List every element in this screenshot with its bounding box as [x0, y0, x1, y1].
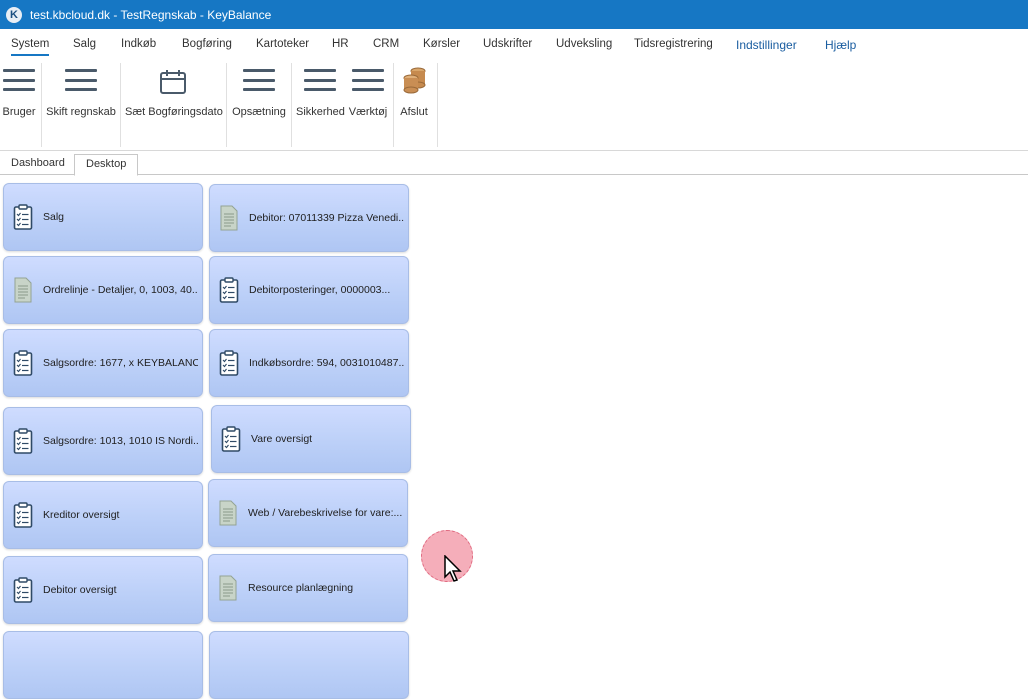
- tile-label: Resource planlægning: [248, 582, 354, 594]
- menu-indstillinger[interactable]: Indstillinger: [736, 38, 797, 52]
- ribbon-toolbar: Bruger Skift regnskab Sæt Bogføringsdato…: [0, 59, 1028, 151]
- saet-bogforingsdato-button[interactable]: Sæt Bogføringsdato: [125, 65, 223, 135]
- ribbon-separator: [393, 63, 394, 147]
- ribbon-separator: [226, 63, 227, 147]
- desktop-tile[interactable]: Vare oversigt: [211, 405, 411, 473]
- desktop-tile[interactable]: Debitorposteringer, 0000003...: [209, 256, 409, 324]
- vaerktoj-label: Værktøj: [348, 106, 388, 118]
- mouse-pointer-icon: [444, 555, 462, 582]
- clipboard-icon: [13, 502, 33, 528]
- opsaetning-button[interactable]: Opsætning: [231, 65, 287, 135]
- desktop-tile[interactable]: [3, 631, 203, 699]
- menu-icon: [352, 69, 384, 91]
- menu-salg[interactable]: Salg: [73, 38, 96, 50]
- document-icon: [218, 500, 238, 526]
- tab-strip: Dashboard Desktop: [0, 151, 1028, 176]
- desktop-tile[interactable]: Indkøbsordre: 594, 0031010487...: [209, 329, 409, 397]
- sikkerhed-label: Sikkerhed: [296, 106, 345, 118]
- opsaetning-label: Opsætning: [232, 106, 286, 118]
- clipboard-icon: [219, 350, 239, 376]
- tile-label: Kreditor oversigt: [43, 509, 120, 521]
- menu-hr[interactable]: HR: [332, 38, 349, 50]
- saet-bogforingsdato-label: Sæt Bogføringsdato: [125, 106, 223, 118]
- menu-udveksling[interactable]: Udveksling: [556, 38, 612, 50]
- ribbon-separator: [437, 63, 438, 147]
- menu-bar: System Salg Indkøb Bogføring Kartoteker …: [0, 29, 1028, 59]
- title-bar: K test.kbcloud.dk - TestRegnskab - KeyBa…: [0, 0, 1028, 29]
- menu-icon: [65, 69, 97, 91]
- menu-kartoteker[interactable]: Kartoteker: [256, 38, 309, 50]
- tile-label: Ordrelinje - Detaljer, 0, 1003, 40...: [43, 284, 198, 296]
- ribbon-separator: [120, 63, 121, 147]
- afslut-button[interactable]: Afslut: [398, 65, 430, 135]
- tile-label: Debitor: 07011339 Pizza Venedi...: [249, 212, 404, 224]
- document-icon: [13, 277, 33, 303]
- desktop-tile[interactable]: Salgsordre: 1013, 1010 IS Nordi...: [3, 407, 203, 475]
- tab-dashboard[interactable]: Dashboard: [0, 154, 76, 176]
- tile-label: Web / Varebeskrivelse for vare:...: [248, 507, 403, 519]
- desktop-tile[interactable]: Debitor oversigt: [3, 556, 203, 624]
- menu-udskrifter[interactable]: Udskrifter: [483, 38, 532, 50]
- tab-desktop[interactable]: Desktop: [74, 154, 139, 176]
- menu-korsler[interactable]: Kørsler: [423, 38, 460, 50]
- menu-icon: [304, 69, 336, 91]
- desktop-tile[interactable]: Kreditor oversigt: [3, 481, 203, 549]
- clipboard-icon: [13, 577, 33, 603]
- bruger-button[interactable]: Bruger: [0, 65, 38, 135]
- clipboard-icon: [221, 426, 241, 452]
- calendar-icon: [160, 70, 186, 94]
- menu-indkob[interactable]: Indkøb: [121, 38, 156, 50]
- app-logo-icon: K: [6, 6, 22, 23]
- document-icon: [218, 575, 238, 601]
- ribbon-separator: [41, 63, 42, 147]
- desktop-tile[interactable]: Salg: [3, 183, 203, 251]
- menu-hjaelp[interactable]: Hjælp: [825, 38, 856, 52]
- afslut-label: Afslut: [400, 106, 428, 118]
- menu-icon: [243, 69, 275, 91]
- desktop-tile[interactable]: Resource planlægning: [208, 554, 408, 622]
- vaerktoj-button[interactable]: Værktøj: [348, 65, 388, 135]
- tile-label: Salgsordre: 1013, 1010 IS Nordi...: [43, 435, 198, 447]
- tile-label: Indkøbsordre: 594, 0031010487...: [249, 357, 404, 369]
- bruger-label: Bruger: [2, 106, 36, 118]
- tile-label: Salgsordre: 1677, x KEYBALANC...: [43, 357, 198, 369]
- tile-label: Vare oversigt: [251, 433, 313, 445]
- desktop-tile[interactable]: Debitor: 07011339 Pizza Venedi...: [209, 184, 409, 252]
- clipboard-icon: [13, 350, 33, 376]
- clipboard-icon: [13, 428, 33, 454]
- tile-label: Debitor oversigt: [43, 584, 117, 596]
- menu-tidsregistrering[interactable]: Tidsregistrering: [634, 38, 713, 50]
- window-title: test.kbcloud.dk - TestRegnskab - KeyBala…: [30, 7, 272, 22]
- menu-icon: [3, 69, 35, 91]
- sikkerhed-button[interactable]: Sikkerhed: [296, 65, 345, 135]
- tile-label: Salg: [43, 211, 65, 223]
- menu-crm[interactable]: CRM: [373, 38, 399, 50]
- desktop-tile[interactable]: Ordrelinje - Detaljer, 0, 1003, 40...: [3, 256, 203, 324]
- coins-icon: [403, 67, 426, 94]
- desktop-tile[interactable]: Web / Varebeskrivelse for vare:...: [208, 479, 408, 547]
- menu-system[interactable]: System: [11, 38, 50, 56]
- desktop-tile[interactable]: [209, 631, 409, 699]
- document-icon: [219, 205, 239, 231]
- tile-label: Debitorposteringer, 0000003...: [249, 284, 391, 296]
- clipboard-icon: [219, 277, 239, 303]
- desktop-tile[interactable]: Salgsordre: 1677, x KEYBALANC...: [3, 329, 203, 397]
- skift-regnskab-label: Skift regnskab: [46, 106, 116, 118]
- clipboard-icon: [13, 204, 33, 230]
- skift-regnskab-button[interactable]: Skift regnskab: [46, 65, 116, 135]
- menu-bogforing[interactable]: Bogføring: [182, 38, 232, 50]
- ribbon-separator: [291, 63, 292, 147]
